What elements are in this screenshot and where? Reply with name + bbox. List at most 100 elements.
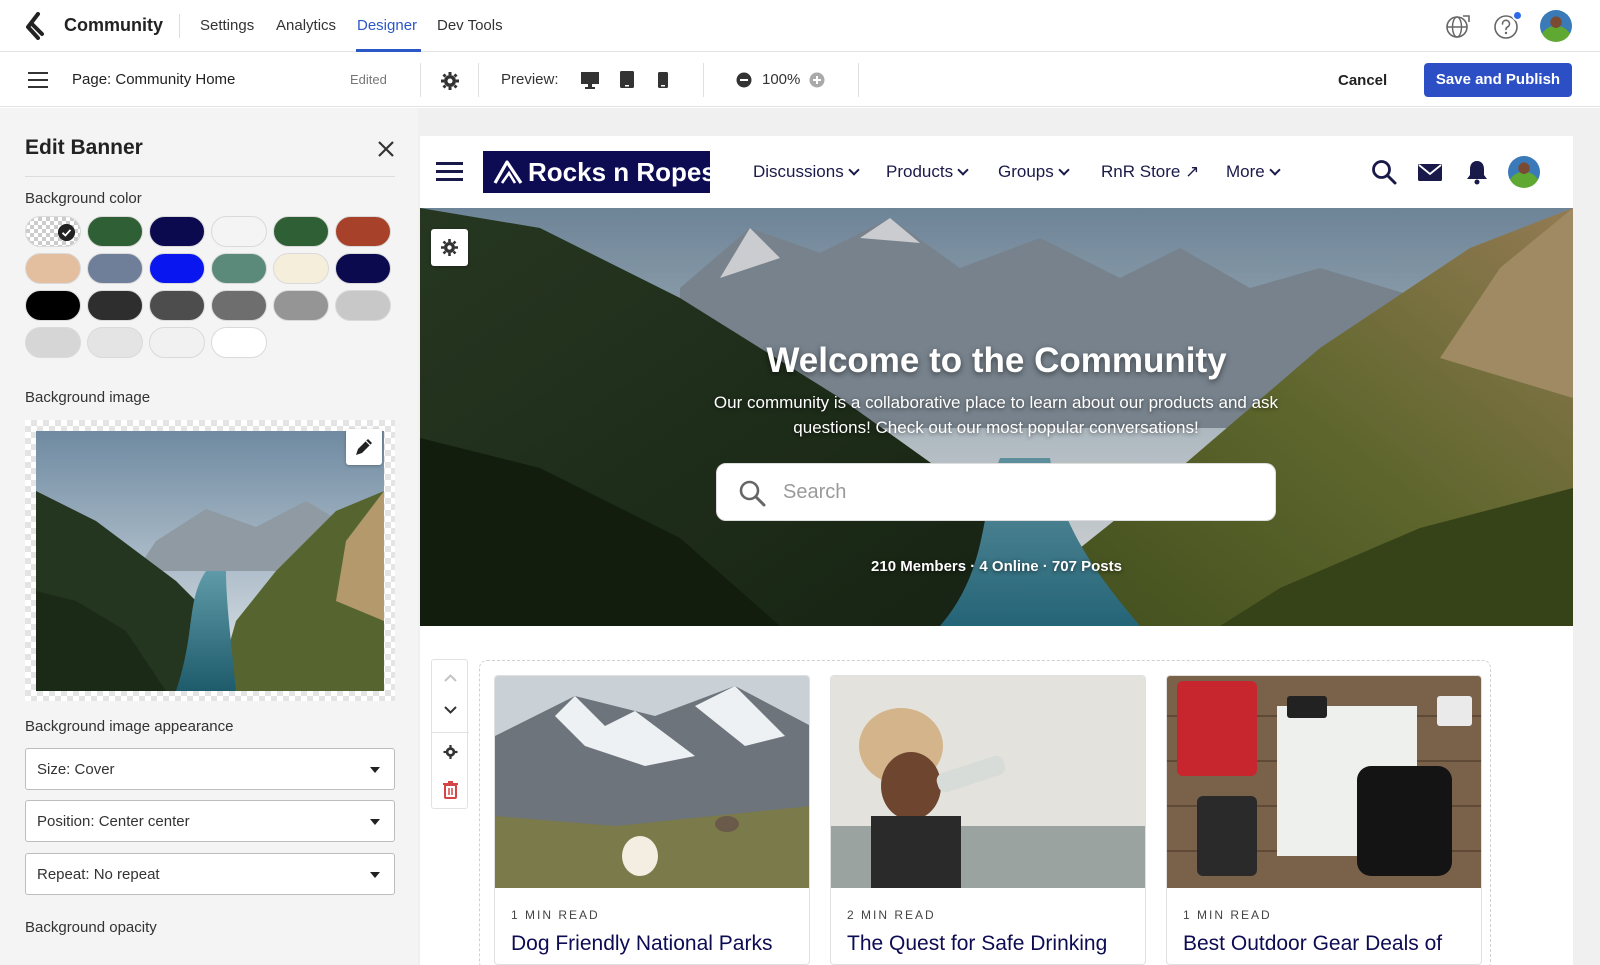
repeat-select-value: Repeat: No repeat: [37, 866, 160, 883]
panel-title: Edit Banner: [25, 136, 143, 159]
nav-divider: [179, 14, 180, 38]
community-stats: 210 Members · 4 Online · 707 Posts: [871, 558, 1122, 575]
nav-products[interactable]: Products: [886, 162, 969, 182]
cancel-button[interactable]: Cancel: [1330, 66, 1395, 96]
toolbar-divider: [703, 63, 704, 97]
color-swatch[interactable]: [25, 253, 81, 284]
nav-discussions[interactable]: Discussions: [753, 162, 860, 182]
repeat-select[interactable]: Repeat: No repeat: [25, 853, 395, 895]
site-header: Rocks n Ropes Discussions Products Group…: [420, 136, 1573, 208]
tab-designer[interactable]: Designer: [357, 17, 417, 34]
caret-down-icon: [370, 767, 380, 773]
color-swatch[interactable]: [25, 216, 81, 247]
mail-icon[interactable]: [1416, 158, 1444, 186]
panel-divider: [25, 176, 395, 177]
tab-analytics[interactable]: Analytics: [276, 17, 336, 34]
mountain-logo-icon: [493, 160, 523, 184]
community-logo-icon[interactable]: [22, 12, 48, 40]
save-and-publish-button[interactable]: Save and Publish: [1424, 63, 1572, 97]
color-swatch[interactable]: [25, 290, 81, 321]
banner-subtitle: Our community is a collaborative place t…: [713, 393, 1279, 437]
color-swatch[interactable]: [149, 290, 205, 321]
color-swatch[interactable]: [335, 216, 391, 247]
brand-name: Rocks n Ropes: [528, 157, 716, 187]
color-swatch[interactable]: [335, 290, 391, 321]
nav-groups-label: Groups: [998, 162, 1054, 181]
color-swatch[interactable]: [149, 327, 205, 358]
background-image-thumbnail[interactable]: [36, 431, 384, 691]
app-title: Community: [64, 15, 163, 35]
bell-icon[interactable]: [1463, 158, 1491, 186]
globe-icon[interactable]: [1444, 12, 1472, 40]
image-appearance-label: Background image appearance: [25, 718, 234, 735]
delete-trash-icon[interactable]: [432, 772, 469, 808]
caret-down-icon: [370, 819, 380, 825]
color-swatch[interactable]: [335, 253, 391, 284]
tab-settings[interactable]: Settings: [200, 17, 254, 34]
search-icon[interactable]: [1370, 158, 1398, 186]
card-image-snowy-mountain: [495, 676, 809, 888]
position-select[interactable]: Position: Center center: [25, 800, 395, 842]
color-swatch[interactable]: [25, 327, 81, 358]
color-swatch[interactable]: [211, 290, 267, 321]
card-image-outdoor-gear: [1167, 676, 1481, 888]
size-select[interactable]: Size: Cover: [25, 748, 395, 790]
chevron-down-icon: [1269, 164, 1281, 176]
avatar[interactable]: [1540, 10, 1572, 42]
notification-dot: [1512, 10, 1523, 21]
banner-title: Welcome to the Community: [766, 341, 1227, 380]
content-card[interactable]: 1 MIN READ Best Outdoor Gear Deals of: [1166, 675, 1482, 965]
desktop-icon[interactable]: [580, 71, 600, 89]
edit-image-pencil-icon[interactable]: [346, 429, 382, 465]
tab-dev-tools[interactable]: Dev Tools: [437, 17, 503, 34]
nav-more-label: More: [1226, 162, 1265, 181]
color-swatch[interactable]: [211, 327, 267, 358]
color-swatch[interactable]: [149, 253, 205, 284]
card-title[interactable]: The Quest for Safe Drinking: [847, 932, 1107, 956]
menu-icon[interactable]: [28, 72, 48, 88]
content-card[interactable]: 1 MIN READ Dog Friendly National Parks: [494, 675, 810, 965]
color-swatch[interactable]: [273, 216, 329, 247]
widget-toolbar-divider: [432, 732, 469, 733]
banner-settings-gear-icon[interactable]: [431, 229, 468, 266]
site-avatar[interactable]: [1508, 156, 1540, 188]
color-swatch[interactable]: [273, 290, 329, 321]
move-down-chevron-icon[interactable]: [432, 692, 469, 728]
color-swatch[interactable]: [273, 253, 329, 284]
color-swatch[interactable]: [211, 216, 267, 247]
site-menu-icon[interactable]: [436, 162, 463, 182]
nav-groups[interactable]: Groups: [998, 162, 1070, 182]
mobile-icon[interactable]: [657, 71, 669, 89]
widget-settings-gear-icon[interactable]: [432, 734, 469, 770]
card-title[interactable]: Dog Friendly National Parks: [511, 932, 772, 956]
move-up-chevron-icon[interactable]: [432, 660, 469, 696]
color-swatch[interactable]: [211, 253, 267, 284]
gear-icon[interactable]: [440, 71, 460, 91]
content-card[interactable]: 2 MIN READ The Quest for Safe Drinking: [830, 675, 1146, 965]
caret-down-icon: [370, 872, 380, 878]
close-icon[interactable]: [375, 138, 397, 160]
site-preview: Rocks n Ropes Discussions Products Group…: [420, 136, 1573, 965]
card-title[interactable]: Best Outdoor Gear Deals of: [1183, 932, 1442, 956]
color-swatch[interactable]: [87, 216, 143, 247]
nav-more[interactable]: More: [1226, 162, 1281, 182]
color-swatch[interactable]: [87, 290, 143, 321]
toolbar-divider: [478, 63, 479, 97]
color-swatch[interactable]: [149, 216, 205, 247]
widget-toolbar: [431, 659, 469, 809]
card-read-time: 1 MIN READ: [511, 908, 600, 922]
size-select-value: Size: Cover: [37, 761, 115, 778]
nav-rnr-store[interactable]: RnR Store ↗: [1101, 162, 1199, 182]
designer-preview-canvas: Rocks n Ropes Discussions Products Group…: [418, 108, 1600, 965]
card-read-time: 1 MIN READ: [1183, 908, 1272, 922]
zoom-in-icon[interactable]: [809, 72, 825, 88]
chevron-down-icon: [957, 164, 969, 176]
color-swatch[interactable]: [87, 253, 143, 284]
active-tab-indicator: [356, 49, 421, 52]
nav-products-label: Products: [886, 162, 954, 181]
banner-search-input[interactable]: Search: [716, 463, 1276, 521]
color-swatch[interactable]: [87, 327, 143, 358]
brand-logo[interactable]: Rocks n Ropes: [483, 151, 716, 193]
zoom-out-icon[interactable]: [736, 72, 752, 88]
tablet-icon[interactable]: [619, 70, 635, 89]
